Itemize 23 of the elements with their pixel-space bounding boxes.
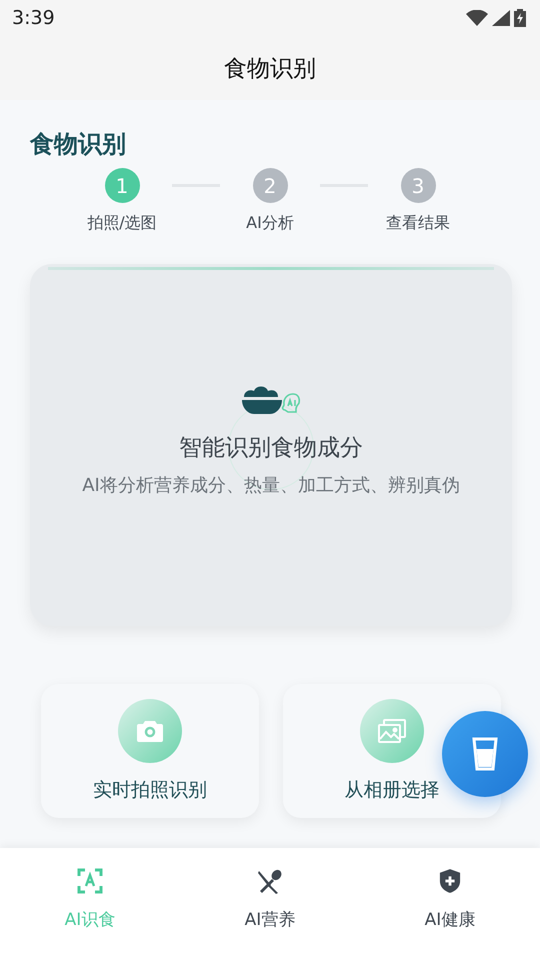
step-label: AI分析	[246, 213, 294, 234]
card-subtitle: AI将分析营养成分、热量、加工方式、辨别真伪	[82, 474, 460, 497]
cup-icon	[472, 737, 498, 771]
step-label: 拍照/选图	[87, 213, 157, 234]
step-number: 3	[400, 168, 436, 203]
image-icon	[377, 718, 407, 744]
battery-icon	[514, 9, 526, 27]
step-number: 1	[104, 168, 140, 203]
signal-icon	[492, 10, 510, 26]
nav-tab[interactable]: AI健康	[360, 848, 540, 960]
page-title: 食物识别	[224, 54, 316, 84]
status-time: 3:39	[12, 7, 55, 29]
card-title: 智能识别食物成分	[179, 434, 363, 463]
wifi-icon	[466, 10, 488, 26]
section-title: 食物识别	[30, 130, 126, 158]
step-label: 查看结果	[386, 213, 450, 234]
utensils-icon	[257, 868, 283, 894]
scan-icon	[77, 868, 103, 894]
nav-tab[interactable]: AI营养	[180, 848, 360, 960]
take-photo-button[interactable]: 实时拍照识别	[41, 684, 259, 818]
shield-icon	[439, 868, 461, 894]
step-number: 2	[252, 168, 288, 203]
camera-icon	[136, 719, 164, 743]
